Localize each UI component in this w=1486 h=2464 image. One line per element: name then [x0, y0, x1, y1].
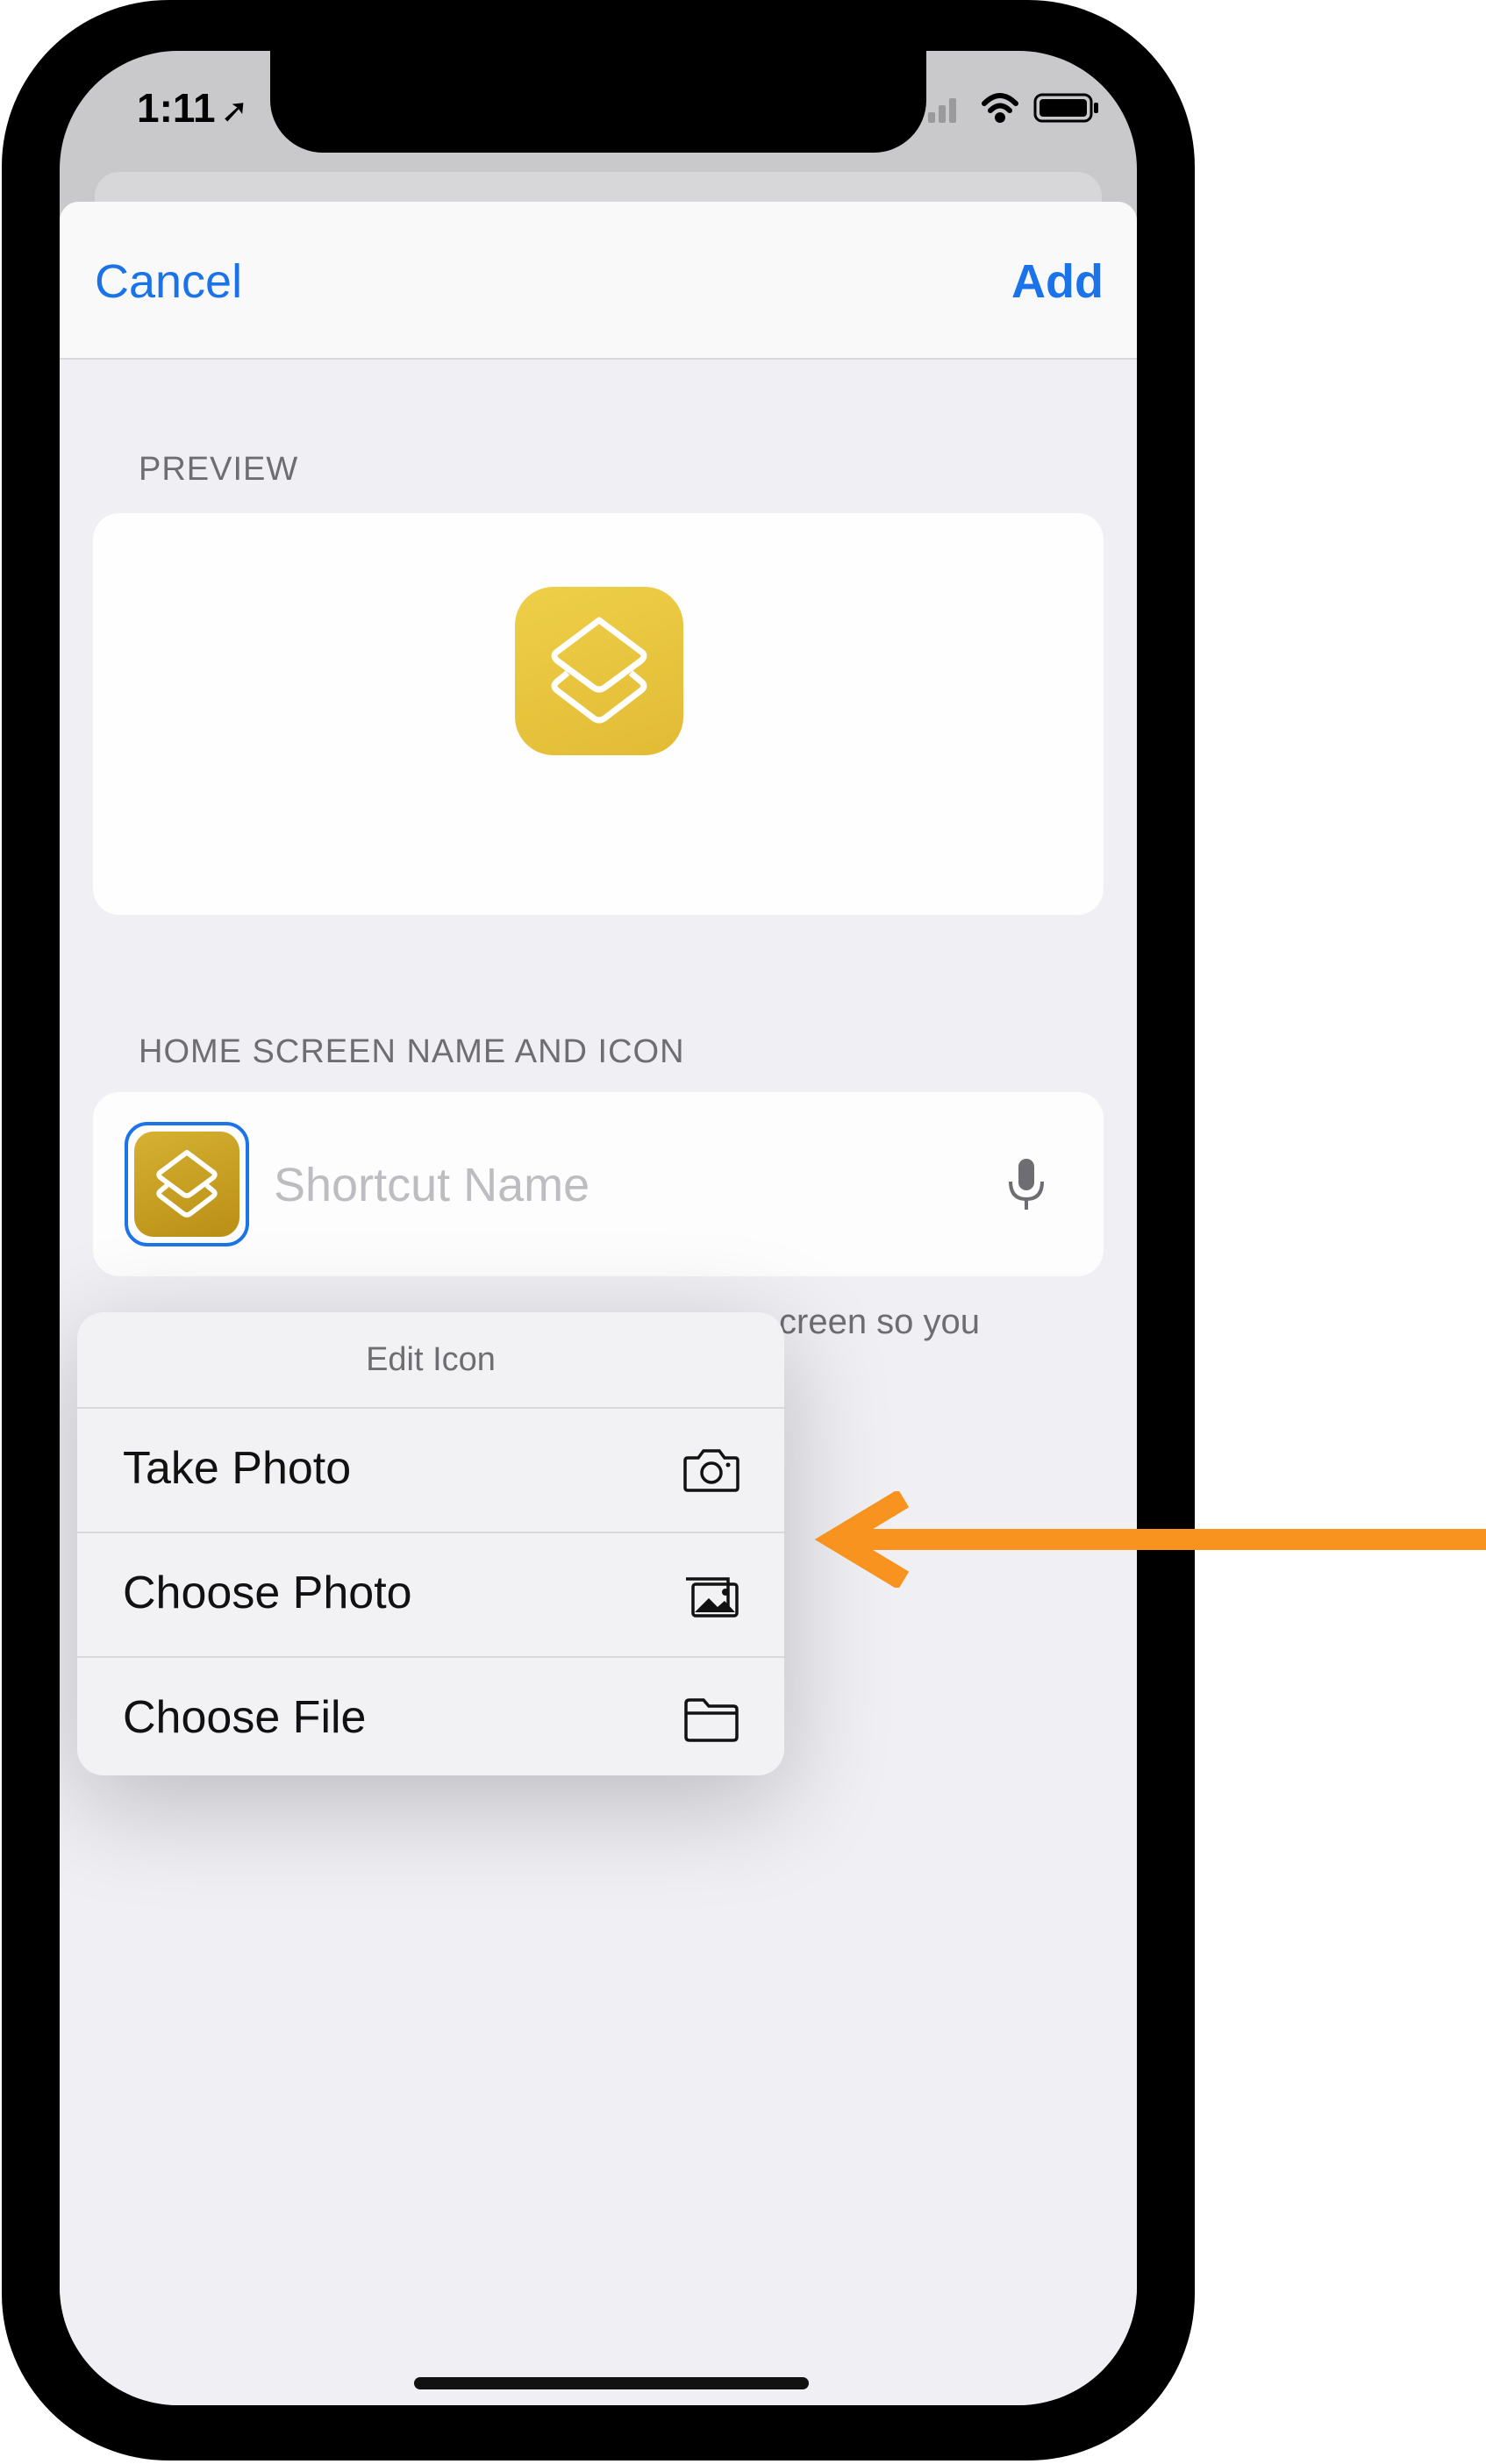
menu-item-label: Take Photo — [123, 1443, 352, 1494]
shortcut-app-icon — [515, 587, 683, 755]
shortcuts-layers-icon — [551, 617, 647, 724]
name-and-icon-row — [93, 1092, 1104, 1276]
add-to-home-sheet: Cancel Add PREVIEW HOME SCREEN NAME AND … — [60, 202, 1137, 2405]
orange-arrow-annotation — [814, 1491, 1486, 1588]
phone-screen: 1:11 ➚ Cancel Add PREVIEW HOME SCREEN NA… — [60, 51, 1137, 2405]
shortcuts-layers-icon — [156, 1149, 218, 1218]
edit-icon-button[interactable] — [125, 1122, 249, 1246]
edit-icon-menu-title: Edit Icon — [77, 1312, 784, 1409]
add-button[interactable]: Add — [1011, 254, 1104, 309]
wifi-icon — [982, 93, 1018, 123]
home-indicator — [414, 2377, 809, 2389]
menu-item-take-photo[interactable]: Take Photo — [77, 1409, 784, 1533]
photo-library-icon — [686, 1577, 739, 1618]
microphone-icon[interactable] — [1005, 1157, 1047, 1213]
phone-frame: 1:11 ➚ Cancel Add PREVIEW HOME SCREEN NA… — [2, 0, 1195, 2460]
location-arrow-icon: ➚ — [220, 93, 249, 130]
shortcut-small-icon — [134, 1132, 239, 1237]
cancel-button[interactable]: Cancel — [95, 254, 242, 309]
shortcut-name-input[interactable] — [272, 1153, 977, 1217]
edit-icon-menu: Edit Icon Take Photo Choose Photo Choose… — [77, 1312, 784, 1775]
status-time: 1:11 ➚ — [137, 85, 249, 131]
menu-item-choose-photo[interactable]: Choose Photo — [77, 1533, 784, 1658]
home-screen-footnote: creen so you — [779, 1303, 981, 1341]
folder-icon — [684, 1698, 739, 1742]
battery-icon — [1033, 93, 1098, 123]
menu-item-choose-file[interactable]: Choose File — [77, 1658, 784, 1775]
signal-icon — [928, 98, 956, 123]
sheet-navbar: Cancel Add — [60, 202, 1137, 360]
menu-item-label: Choose Photo — [123, 1568, 412, 1618]
notch — [270, 51, 926, 153]
status-icons — [928, 93, 1098, 123]
camera-icon — [683, 1449, 739, 1492]
preview-section-label: PREVIEW — [139, 451, 299, 488]
preview-card — [93, 513, 1104, 915]
menu-item-label: Choose File — [123, 1692, 367, 1743]
home-screen-section-label: HOME SCREEN NAME AND ICON — [139, 1033, 685, 1070]
